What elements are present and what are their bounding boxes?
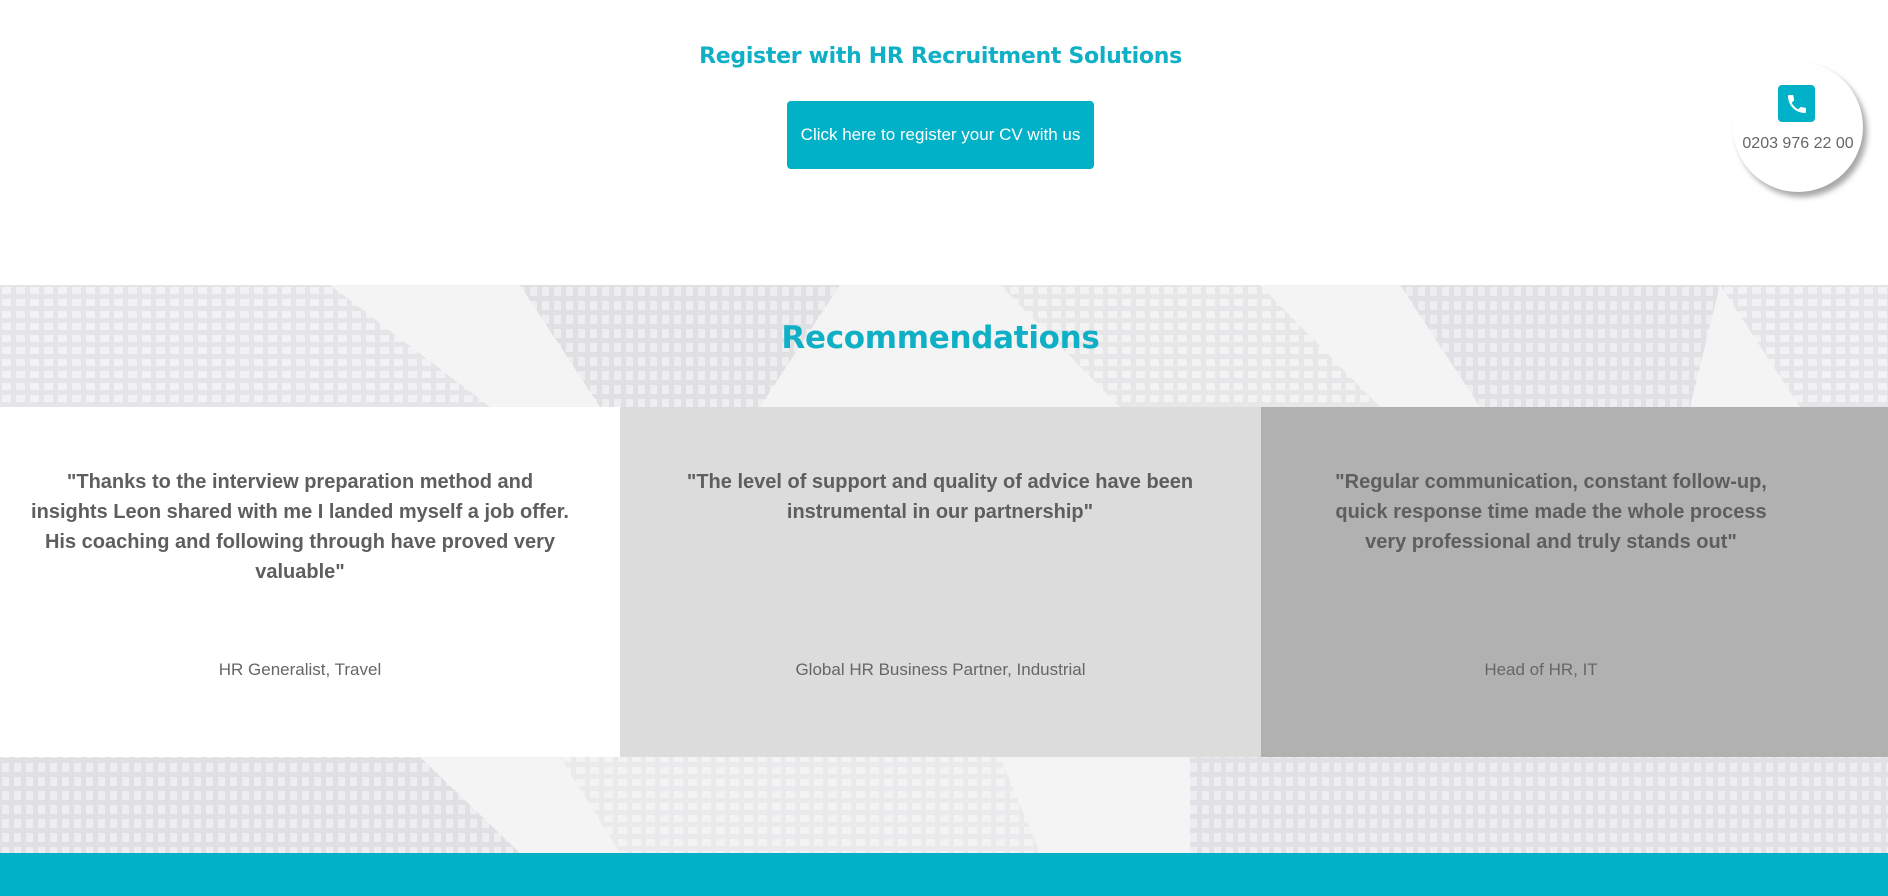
phone-number[interactable]: 0203 976 22 00 (1733, 135, 1863, 153)
register-title: Register with HR Recruitment Solutions (699, 44, 1182, 69)
register-cv-button[interactable]: Click here to register your CV with us (787, 101, 1094, 169)
phone-glyph-icon (1787, 94, 1806, 113)
recommendation-quote: "The level of support and quality of adv… (686, 471, 1194, 523)
recommendation-quote: "Regular communication, constant follow-… (1335, 471, 1767, 553)
recommendation-quote: "Thanks to the interview preparation met… (31, 471, 569, 583)
register-section: Register with HR Recruitment Solutions C… (0, 0, 1888, 285)
recommendations-title: Recommendations (781, 320, 1100, 356)
recommendation-role: HR Generalist, Travel (218, 660, 382, 679)
recommendation-card: "Thanks to the interview preparation met… (0, 407, 620, 757)
recommendation-role: Head of HR, IT (1484, 660, 1598, 679)
recommendation-card: "The level of support and quality of adv… (620, 407, 1261, 757)
phone-icon[interactable] (1778, 85, 1815, 122)
phone-badge[interactable] (1733, 62, 1863, 192)
recommendation-card: "Regular communication, constant follow-… (1261, 407, 1888, 757)
recommendation-role: Global HR Business Partner, Industrial (795, 660, 1086, 679)
recommendations-section: Recommendations "Thanks to the interview… (0, 285, 1888, 853)
footer-bar (0, 853, 1888, 896)
